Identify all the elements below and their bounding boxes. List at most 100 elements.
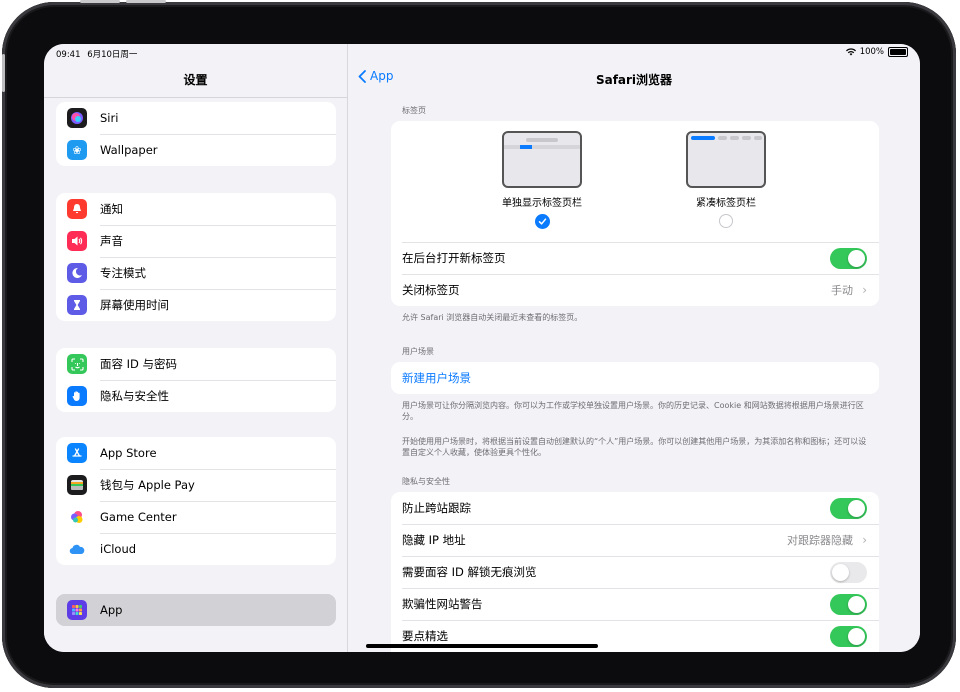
setting-value: 对跟踪器隐藏 [787,534,853,547]
prevent-tracking-toggle[interactable] [830,497,867,519]
side-button [2,54,5,92]
sidebar-item-app[interactable]: App [56,594,336,626]
chevron-right-icon: › [862,283,867,297]
page-title: Safari浏览器 [595,73,673,87]
sidebar-title: 设置 [183,73,208,87]
apps-grid-icon [67,600,87,620]
tab-layout-label: 单独显示标签页栏 [502,198,582,209]
checkmark-icon [534,214,550,229]
sidebar-group: 通知 声音 专注模式 屏幕使用时间 [56,193,336,321]
setting-label: 关闭标签页 [402,283,460,297]
fraud-warning-toggle[interactable] [830,593,867,615]
main-panel: App Safari浏览器 标签页 单独显示标签页栏 紧凑标签页栏 在后台打开新… [348,44,920,652]
radio-unselected-icon [719,214,733,228]
sidebar-group: 面容 ID 与密码 隐私与安全性 [56,348,336,412]
hide-ip-row[interactable]: 隐藏 IP 地址 对跟踪器隐藏 › [391,524,879,556]
sidebar-divider [44,97,347,98]
status-right: 100% [845,47,908,57]
bell-icon [67,199,87,219]
hourglass-icon [67,295,87,315]
setting-label: 要点精选 [402,629,448,643]
wifi-icon [845,48,856,56]
sidebar-item-wallpaper[interactable]: ❀ Wallpaper [56,134,336,166]
sidebar-item-label: Game Center [100,510,177,524]
separate-tab-bar-preview [502,131,582,188]
sidebar-item-label: 通知 [100,202,123,216]
wallet-icon [67,475,87,495]
speaker-icon [67,231,87,251]
wallpaper-icon: ❀ [67,140,87,160]
tab-layout-separate[interactable]: 单独显示标签页栏 [499,131,585,229]
highlights-toggle[interactable] [830,625,867,647]
faceid-private-row: 需要面容 ID 解锁无痕浏览 [391,556,879,588]
status-time: 09:41 6月10日周一 [56,48,137,60]
sidebar-item-label: 隐私与安全性 [100,389,169,403]
profiles-footnote: 用户场景可让你分隔浏览内容。你可以为工作或学校单独设置用户场景。你的历史记录、C… [402,401,864,421]
sidebar-item-faceid[interactable]: 面容 ID 与密码 [56,348,336,380]
setting-label: 在后台打开新标签页 [402,251,506,265]
sidebar: 设置 Siri ❀ Wallpaper 通知 声音 专注模式 屏幕使用时间 面容… [44,44,348,652]
moon-icon [67,263,87,283]
new-profile-row[interactable]: 新建用户场景 [391,362,879,394]
sidebar-item-game-center[interactable]: Game Center [56,501,336,533]
date-text: 6月10日周一 [87,50,138,60]
section-header-profiles: 用户场景 [402,347,434,356]
icloud-icon [67,539,87,559]
faceid-private-toggle[interactable] [830,561,867,583]
sidebar-item-label: 钱包与 Apple Pay [100,478,195,492]
sidebar-group: App [56,594,336,626]
siri-icon [67,108,87,128]
hand-icon [67,386,87,406]
privacy-card: 防止跨站跟踪 隐藏 IP 地址 对跟踪器隐藏 › 需要面容 ID 解锁无痕浏览 … [391,492,879,652]
open-in-background-toggle[interactable] [830,247,867,269]
screen: 09:41 6月10日周一 100% 设置 Siri ❀ Wallpaper 通… [44,44,920,652]
sidebar-group: Siri ❀ Wallpaper [56,102,336,166]
sidebar-item-screen-time[interactable]: 屏幕使用时间 [56,289,336,321]
sidebar-item-wallet[interactable]: 钱包与 Apple Pay [56,469,336,501]
setting-label: 防止跨站跟踪 [402,501,471,515]
sidebar-item-label: 专注模式 [100,266,146,280]
open-in-background-row: 在后台打开新标签页 [391,242,879,274]
sidebar-item-label: iCloud [100,542,137,556]
section-header-tabs: 标签页 [402,106,426,115]
sidebar-item-label: App Store [100,446,157,460]
sidebar-item-label: 屏幕使用时间 [100,298,169,312]
home-indicator[interactable] [366,644,598,648]
sidebar-item-label: 面容 ID 与密码 [100,357,178,371]
appstore-icon [67,443,87,463]
chevron-right-icon: › [862,533,867,547]
status-bar: 09:41 6月10日周一 100% [44,44,920,62]
sidebar-item-label: App [100,603,123,617]
sidebar-item-privacy[interactable]: 隐私与安全性 [56,380,336,412]
close-tabs-row[interactable]: 关闭标签页 手动 › [391,274,879,306]
sidebar-item-siri[interactable]: Siri [56,102,336,134]
sidebar-group: App Store 钱包与 Apple Pay Game Center iClo… [56,437,336,565]
setting-label: 欺骗性网站警告 [402,597,483,611]
volume-button [126,0,166,3]
battery-icon [888,47,908,57]
battery-percent: 100% [859,47,884,57]
sidebar-item-notifications[interactable]: 通知 [56,193,336,225]
tab-layout-compact[interactable]: 紧凑标签页栏 [683,131,769,228]
profiles-card: 新建用户场景 [391,362,879,394]
fraud-warning-row: 欺骗性网站警告 [391,588,879,620]
sidebar-item-app-store[interactable]: App Store [56,437,336,469]
tab-layout-label: 紧凑标签页栏 [696,198,756,209]
ipad-frame: 09:41 6月10日周一 100% 设置 Siri ❀ Wallpaper 通… [2,0,956,688]
sidebar-item-sounds[interactable]: 声音 [56,225,336,257]
compact-tab-bar-preview [686,131,766,188]
time-text: 09:41 [56,50,81,60]
setting-label: 隐藏 IP 地址 [402,533,466,547]
faceid-icon [67,354,87,374]
gamecenter-icon [67,507,87,527]
sidebar-item-focus[interactable]: 专注模式 [56,257,336,289]
volume-button [80,0,120,3]
tabs-card: 单独显示标签页栏 紧凑标签页栏 在后台打开新标签页 关闭标签页 手动 › [391,121,879,306]
sidebar-item-label: Wallpaper [100,143,158,157]
section-header-privacy: 隐私与安全性 [402,477,450,486]
sidebar-item-icloud[interactable]: iCloud [56,533,336,565]
setting-value: 手动 [831,284,853,297]
sidebar-item-label: Siri [100,111,119,125]
close-tabs-footnote: 允许 Safari 浏览器自动关闭最近未查看的标签页。 [402,313,583,322]
prevent-tracking-row: 防止跨站跟踪 [391,492,879,524]
